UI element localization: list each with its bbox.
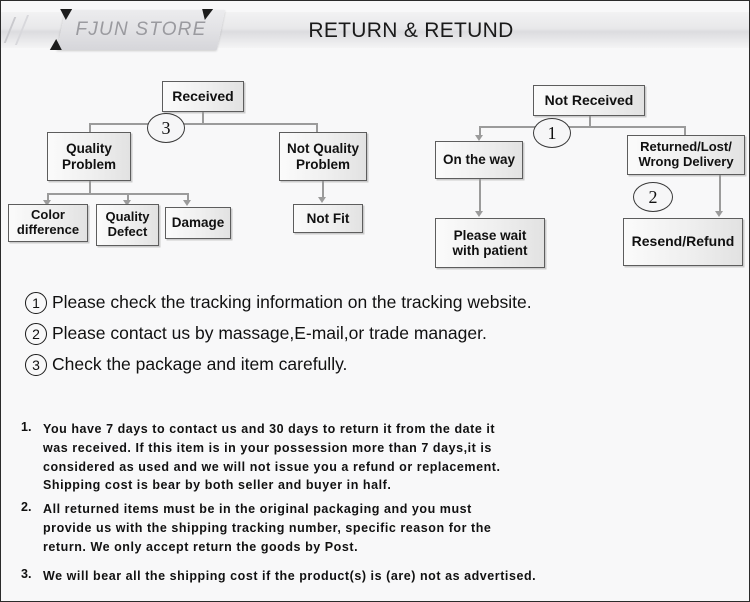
badge-2-label: 2 — [648, 186, 658, 207]
badge-1-label: 1 — [547, 122, 557, 143]
note-text-2: Please contact us by massage,E-mail,or t… — [52, 323, 487, 343]
note-text-3: Check the package and item carefully. — [52, 354, 348, 374]
flow-box-returned-lost-label: Returned/Lost/Wrong Delivery — [638, 139, 734, 169]
connector-on-the-way-down — [479, 179, 481, 212]
connector-received-hbar — [89, 123, 316, 125]
flow-box-received-label: Received — [172, 87, 234, 104]
flow-box-on-the-way-label: On the way — [442, 152, 515, 168]
note-number-1: 1 — [25, 292, 47, 314]
flow-box-damage-label: Damage — [171, 215, 225, 231]
policy-line: All returned items must be in the origin… — [43, 502, 472, 516]
note-number-3: 3 — [25, 354, 47, 376]
connector-not-received-hbar — [479, 126, 684, 128]
brand-name: FJUN STORE — [75, 19, 207, 40]
flow-box-not-quality-problem: Not Quality Problem — [279, 132, 367, 181]
policy-item-1: 1. You have 7 days to contact us and 30 … — [21, 420, 501, 495]
flow-box-quality-problem: Quality Problem — [47, 132, 131, 181]
note-number-2: 2 — [25, 323, 47, 345]
flow-box-color-difference: Color difference — [8, 204, 88, 242]
policy-text-1: You have 7 days to contact us and 30 day… — [43, 420, 501, 495]
policy-text-3: We will bear all the shipping cost if th… — [43, 567, 536, 586]
flow-box-quality-defect: Quality Defect — [96, 204, 159, 246]
flow-box-not-quality-problem-label: Not Quality Problem — [286, 141, 359, 172]
badge-3-label: 3 — [161, 117, 171, 138]
badge-1: 1 — [533, 118, 571, 148]
policy-item-2: 2. All returned items must be in the ori… — [21, 500, 491, 556]
flow-box-quality-defect-label: Quality Defect — [105, 209, 150, 239]
note-item-1: 1 Please check the tracking information … — [25, 292, 532, 314]
flow-box-please-wait: Please wait with patient — [435, 218, 545, 268]
note-text-1: Please check the tracking information on… — [52, 292, 532, 312]
flow-box-on-the-way: On the way — [435, 141, 523, 179]
flow-box-not-received: Not Received — [533, 85, 645, 116]
page-title: RETURN & RETUND — [308, 19, 514, 42]
flow-box-damage: Damage — [165, 207, 231, 239]
flow-box-please-wait-label: Please wait with patient — [452, 227, 528, 258]
policy-number-1: 1. — [21, 420, 32, 434]
flow-box-quality-problem-label: Quality Problem — [61, 141, 116, 172]
flow-box-resend-refund: Resend/Refund — [623, 218, 743, 266]
flow-box-not-received-label: Not Received — [544, 91, 634, 108]
flow-box-not-fit: Not Fit — [293, 204, 363, 233]
policy-line: considered as used and we will not issue… — [43, 459, 501, 474]
connector-qp-hbar — [47, 193, 187, 195]
flow-box-not-fit-label: Not Fit — [306, 210, 350, 226]
note-item-3: 3 Check the package and item carefully. — [25, 354, 347, 376]
badge-3: 3 — [147, 113, 185, 143]
policy-line: was received. If this item is in your po… — [43, 440, 492, 455]
policy-item-3: 3. We will bear all the shipping cost if… — [21, 567, 536, 586]
note-item-2: 2 Please contact us by massage,E-mail,or… — [25, 323, 487, 345]
arrow-to-not-fit — [318, 197, 326, 203]
policy-line: Shipping cost is bear by both seller and… — [43, 478, 392, 493]
flow-box-received: Received — [162, 81, 244, 112]
connector-returned-lost-down — [719, 175, 721, 212]
policy-number-2: 2. — [21, 500, 32, 514]
connector-nqp-down — [322, 181, 324, 198]
flow-box-returned-lost: Returned/Lost/Wrong Delivery — [627, 135, 745, 175]
return-policy-page: FJUN STORE RETURN & RETUND Received 3 Qu… — [0, 0, 750, 602]
flow-box-color-difference-label: Color difference — [16, 207, 80, 237]
policy-text-2: All returned items must be in the origin… — [43, 500, 491, 556]
policy-line: provide us with the shipping tracking nu… — [43, 520, 492, 535]
arrow-to-damage — [183, 200, 191, 206]
badge-2: 2 — [633, 182, 673, 212]
policy-line: return. We only accept return the goods … — [43, 539, 359, 554]
policy-number-3: 3. — [21, 567, 32, 581]
arrow-to-resend-refund — [715, 211, 723, 217]
policy-line: You have 7 days to contact us and 30 day… — [43, 422, 496, 436]
policy-line: We will bear all the shipping cost if th… — [43, 569, 537, 583]
flow-box-resend-refund-label: Resend/Refund — [631, 233, 735, 250]
page-header: FJUN STORE RETURN & RETUND — [1, 1, 749, 61]
arrow-to-please-wait — [475, 211, 483, 217]
